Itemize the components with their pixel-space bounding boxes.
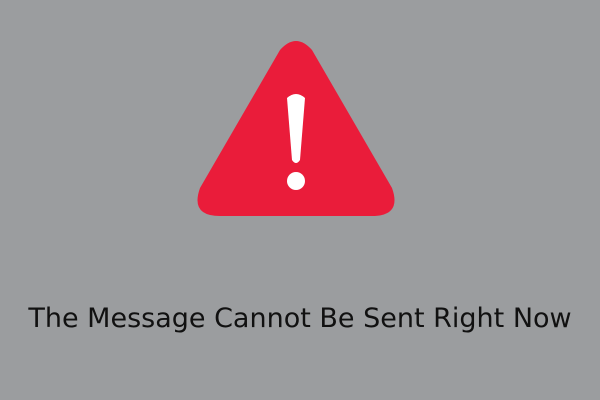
warning-triangle-icon	[196, 38, 396, 218]
exclamation-dot	[287, 172, 305, 190]
error-message: The Message Cannot Be Sent Right Now	[28, 303, 572, 334]
error-screen: The Message Cannot Be Sent Right Now	[0, 0, 600, 400]
